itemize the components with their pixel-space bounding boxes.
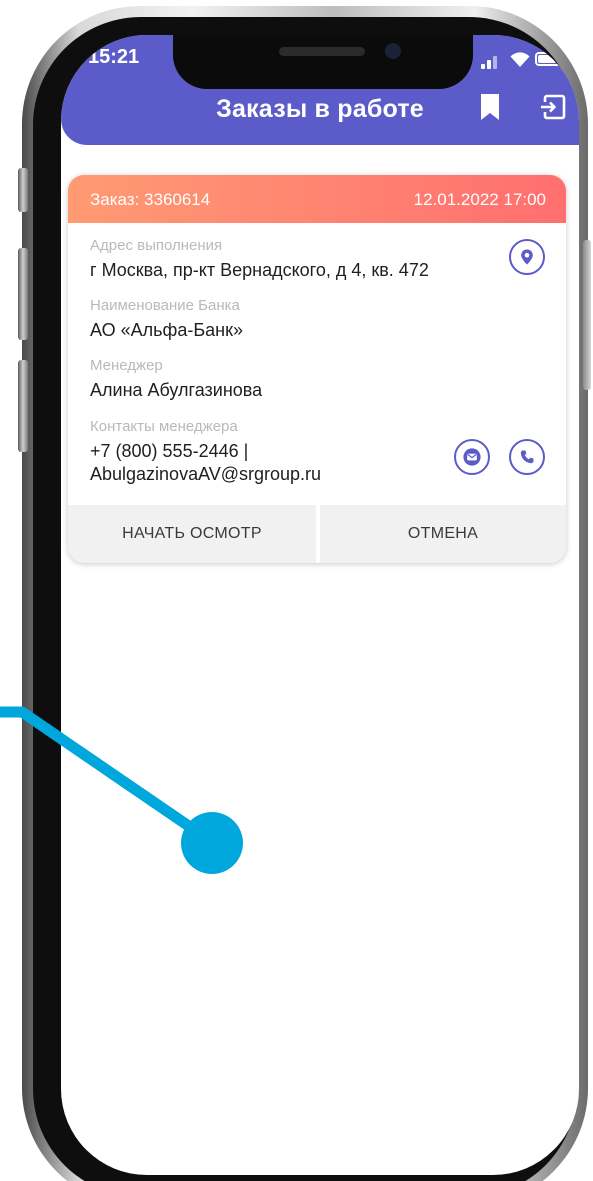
manager-value: Алина Абулгазинова (90, 380, 263, 400)
front-camera (385, 43, 401, 59)
address-value: г Москва, пр-кт Вернадского, д 4, кв. 47… (90, 260, 429, 280)
order-actions: НАЧАТЬ ОСМОТР ОТМЕНА (68, 505, 566, 563)
bookmark-icon[interactable] (479, 93, 501, 121)
battery-level (538, 55, 556, 63)
speaker (279, 47, 365, 56)
volume-down-button (18, 360, 28, 452)
manager-email: AbulgazinovaAV@srgroup.ru (90, 464, 322, 484)
manager-phone: +7 (800) 555-2446 | (90, 441, 249, 461)
phone-icon (520, 450, 534, 464)
signal-icon (481, 64, 485, 69)
logout-icon[interactable] (539, 93, 567, 121)
order-card[interactable]: Заказ: 3360614 12.01.2022 17:00 Адрес вы… (68, 175, 566, 563)
signal-bar (493, 56, 497, 69)
start-inspection-button[interactable]: НАЧАТЬ ОСМОТР (68, 505, 316, 563)
cancel-order-button[interactable]: ОТМЕНА (320, 505, 566, 563)
page-title: Заказы в работе (216, 95, 424, 123)
manager-contacts-label: Контакты менеджера (90, 418, 238, 435)
wifi-icon (510, 52, 530, 67)
mail-icon (463, 448, 481, 466)
order-card-header: Заказ: 3360614 12.01.2022 17:00 (68, 175, 566, 223)
call-manager-button[interactable] (509, 439, 545, 475)
manager-label: Менеджер (90, 357, 163, 374)
bank-value: АО «Альфа-Банк» (90, 320, 243, 340)
signal-bar (487, 60, 491, 69)
battery-icon (535, 52, 561, 66)
volume-up-button (18, 248, 28, 340)
order-datetime: 12.01.2022 17:00 (413, 190, 546, 209)
status-icons (481, 49, 573, 69)
mute-switch (18, 168, 28, 212)
location-pin-icon (521, 249, 533, 265)
show-on-map-button[interactable] (509, 239, 545, 275)
power-button (583, 240, 591, 390)
status-time: 15:21 (88, 46, 140, 68)
order-number: Заказ: 3360614 (90, 190, 211, 209)
bank-label: Наименование Банка (90, 297, 240, 314)
email-manager-button[interactable] (454, 439, 490, 475)
address-label: Адрес выполнения (90, 237, 223, 254)
notch (173, 35, 473, 89)
app-bar: 15:21 Заказы в работе (61, 35, 579, 145)
phone-screen: 15:21 Заказы в работе Заказ: 3360614 12.… (61, 35, 579, 1175)
